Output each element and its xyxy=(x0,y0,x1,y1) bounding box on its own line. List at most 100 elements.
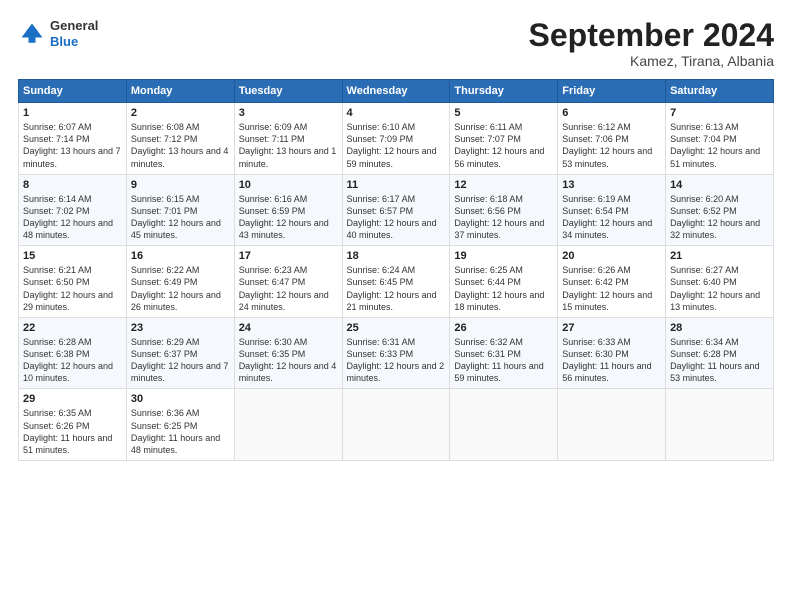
sunset: Sunset: 6:59 PM xyxy=(239,206,306,216)
day-cell: 29 Sunrise: 6:35 AM Sunset: 6:26 PM Dayl… xyxy=(19,389,127,461)
sunrise: Sunrise: 6:15 AM xyxy=(131,194,200,204)
sunrise: Sunrise: 6:08 AM xyxy=(131,122,200,132)
logo-text: General Blue xyxy=(50,18,98,49)
day-cell xyxy=(234,389,342,461)
sunrise: Sunrise: 6:12 AM xyxy=(562,122,631,132)
sunrise: Sunrise: 6:30 AM xyxy=(239,337,308,347)
sunset: Sunset: 7:14 PM xyxy=(23,134,90,144)
day-info: Sunrise: 6:10 AM Sunset: 7:09 PM Dayligh… xyxy=(347,121,446,170)
day-info: Sunrise: 6:27 AM Sunset: 6:40 PM Dayligh… xyxy=(670,264,769,313)
daylight: Daylight: 12 hours and 45 minutes. xyxy=(131,218,221,240)
sunset: Sunset: 6:37 PM xyxy=(131,349,198,359)
day-number: 4 xyxy=(347,107,446,119)
day-info: Sunrise: 6:33 AM Sunset: 6:30 PM Dayligh… xyxy=(562,336,661,385)
sunrise: Sunrise: 6:29 AM xyxy=(131,337,200,347)
sunset: Sunset: 6:42 PM xyxy=(562,277,629,287)
sunset: Sunset: 7:02 PM xyxy=(23,206,90,216)
logo-blue: Blue xyxy=(50,34,98,50)
col-sunday: Sunday xyxy=(19,80,127,103)
col-friday: Friday xyxy=(558,80,666,103)
week-row-1: 1 Sunrise: 6:07 AM Sunset: 7:14 PM Dayli… xyxy=(19,103,774,175)
sunset: Sunset: 6:54 PM xyxy=(562,206,629,216)
day-cell: 7 Sunrise: 6:13 AM Sunset: 7:04 PM Dayli… xyxy=(666,103,774,175)
sunrise: Sunrise: 6:18 AM xyxy=(454,194,523,204)
day-cell: 13 Sunrise: 6:19 AM Sunset: 6:54 PM Dayl… xyxy=(558,174,666,246)
sunset: Sunset: 6:52 PM xyxy=(670,206,737,216)
daylight: Daylight: 12 hours and 32 minutes. xyxy=(670,218,760,240)
sunrise: Sunrise: 6:14 AM xyxy=(23,194,92,204)
day-info: Sunrise: 6:14 AM Sunset: 7:02 PM Dayligh… xyxy=(23,193,122,242)
day-number: 13 xyxy=(562,179,661,191)
week-row-2: 8 Sunrise: 6:14 AM Sunset: 7:02 PM Dayli… xyxy=(19,174,774,246)
sunset: Sunset: 6:38 PM xyxy=(23,349,90,359)
daylight: Daylight: 12 hours and 59 minutes. xyxy=(347,146,437,168)
day-cell xyxy=(450,389,558,461)
sunset: Sunset: 6:31 PM xyxy=(454,349,521,359)
day-cell: 20 Sunrise: 6:26 AM Sunset: 6:42 PM Dayl… xyxy=(558,246,666,318)
daylight: Daylight: 12 hours and 34 minutes. xyxy=(562,218,652,240)
day-cell: 17 Sunrise: 6:23 AM Sunset: 6:47 PM Dayl… xyxy=(234,246,342,318)
sunset: Sunset: 6:49 PM xyxy=(131,277,198,287)
sunset: Sunset: 6:45 PM xyxy=(347,277,414,287)
day-info: Sunrise: 6:30 AM Sunset: 6:35 PM Dayligh… xyxy=(239,336,338,385)
calendar: Sunday Monday Tuesday Wednesday Thursday… xyxy=(18,79,774,461)
sunrise: Sunrise: 6:32 AM xyxy=(454,337,523,347)
day-number: 1 xyxy=(23,107,122,119)
day-cell: 9 Sunrise: 6:15 AM Sunset: 7:01 PM Dayli… xyxy=(126,174,234,246)
day-cell: 25 Sunrise: 6:31 AM Sunset: 6:33 PM Dayl… xyxy=(342,317,450,389)
daylight: Daylight: 12 hours and 7 minutes. xyxy=(131,361,229,383)
day-number: 24 xyxy=(239,322,338,334)
day-cell: 4 Sunrise: 6:10 AM Sunset: 7:09 PM Dayli… xyxy=(342,103,450,175)
day-cell: 18 Sunrise: 6:24 AM Sunset: 6:45 PM Dayl… xyxy=(342,246,450,318)
sunrise: Sunrise: 6:07 AM xyxy=(23,122,92,132)
day-cell xyxy=(558,389,666,461)
day-cell: 10 Sunrise: 6:16 AM Sunset: 6:59 PM Dayl… xyxy=(234,174,342,246)
daylight: Daylight: 12 hours and 37 minutes. xyxy=(454,218,544,240)
day-number: 23 xyxy=(131,322,230,334)
day-number: 5 xyxy=(454,107,553,119)
day-info: Sunrise: 6:21 AM Sunset: 6:50 PM Dayligh… xyxy=(23,264,122,313)
day-cell: 28 Sunrise: 6:34 AM Sunset: 6:28 PM Dayl… xyxy=(666,317,774,389)
day-cell: 5 Sunrise: 6:11 AM Sunset: 7:07 PM Dayli… xyxy=(450,103,558,175)
sunrise: Sunrise: 6:21 AM xyxy=(23,265,92,275)
sunset: Sunset: 7:12 PM xyxy=(131,134,198,144)
day-info: Sunrise: 6:08 AM Sunset: 7:12 PM Dayligh… xyxy=(131,121,230,170)
day-info: Sunrise: 6:23 AM Sunset: 6:47 PM Dayligh… xyxy=(239,264,338,313)
day-number: 29 xyxy=(23,393,122,405)
calendar-header: Sunday Monday Tuesday Wednesday Thursday… xyxy=(19,80,774,103)
sunrise: Sunrise: 6:23 AM xyxy=(239,265,308,275)
sunset: Sunset: 6:50 PM xyxy=(23,277,90,287)
daylight: Daylight: 12 hours and 48 minutes. xyxy=(23,218,113,240)
day-info: Sunrise: 6:20 AM Sunset: 6:52 PM Dayligh… xyxy=(670,193,769,242)
day-cell: 15 Sunrise: 6:21 AM Sunset: 6:50 PM Dayl… xyxy=(19,246,127,318)
sunrise: Sunrise: 6:17 AM xyxy=(347,194,416,204)
day-info: Sunrise: 6:29 AM Sunset: 6:37 PM Dayligh… xyxy=(131,336,230,385)
week-row-5: 29 Sunrise: 6:35 AM Sunset: 6:26 PM Dayl… xyxy=(19,389,774,461)
calendar-body: 1 Sunrise: 6:07 AM Sunset: 7:14 PM Dayli… xyxy=(19,103,774,461)
sunrise: Sunrise: 6:36 AM xyxy=(131,408,200,418)
day-info: Sunrise: 6:17 AM Sunset: 6:57 PM Dayligh… xyxy=(347,193,446,242)
daylight: Daylight: 11 hours and 59 minutes. xyxy=(454,361,543,383)
daylight: Daylight: 11 hours and 51 minutes. xyxy=(23,433,112,455)
day-info: Sunrise: 6:32 AM Sunset: 6:31 PM Dayligh… xyxy=(454,336,553,385)
page: General Blue September 2024 Kamez, Tiran… xyxy=(0,0,792,612)
day-info: Sunrise: 6:12 AM Sunset: 7:06 PM Dayligh… xyxy=(562,121,661,170)
day-number: 19 xyxy=(454,250,553,262)
day-info: Sunrise: 6:19 AM Sunset: 6:54 PM Dayligh… xyxy=(562,193,661,242)
daylight: Daylight: 12 hours and 2 minutes. xyxy=(347,361,445,383)
day-cell: 24 Sunrise: 6:30 AM Sunset: 6:35 PM Dayl… xyxy=(234,317,342,389)
sunrise: Sunrise: 6:10 AM xyxy=(347,122,416,132)
daylight: Daylight: 13 hours and 1 minute. xyxy=(239,146,337,168)
day-cell: 27 Sunrise: 6:33 AM Sunset: 6:30 PM Dayl… xyxy=(558,317,666,389)
daylight: Daylight: 11 hours and 53 minutes. xyxy=(670,361,759,383)
sunset: Sunset: 6:35 PM xyxy=(239,349,306,359)
day-cell: 6 Sunrise: 6:12 AM Sunset: 7:06 PM Dayli… xyxy=(558,103,666,175)
day-cell: 21 Sunrise: 6:27 AM Sunset: 6:40 PM Dayl… xyxy=(666,246,774,318)
day-info: Sunrise: 6:28 AM Sunset: 6:38 PM Dayligh… xyxy=(23,336,122,385)
day-number: 7 xyxy=(670,107,769,119)
day-number: 20 xyxy=(562,250,661,262)
week-row-3: 15 Sunrise: 6:21 AM Sunset: 6:50 PM Dayl… xyxy=(19,246,774,318)
sunrise: Sunrise: 6:20 AM xyxy=(670,194,739,204)
day-cell: 23 Sunrise: 6:29 AM Sunset: 6:37 PM Dayl… xyxy=(126,317,234,389)
sunrise: Sunrise: 6:16 AM xyxy=(239,194,308,204)
